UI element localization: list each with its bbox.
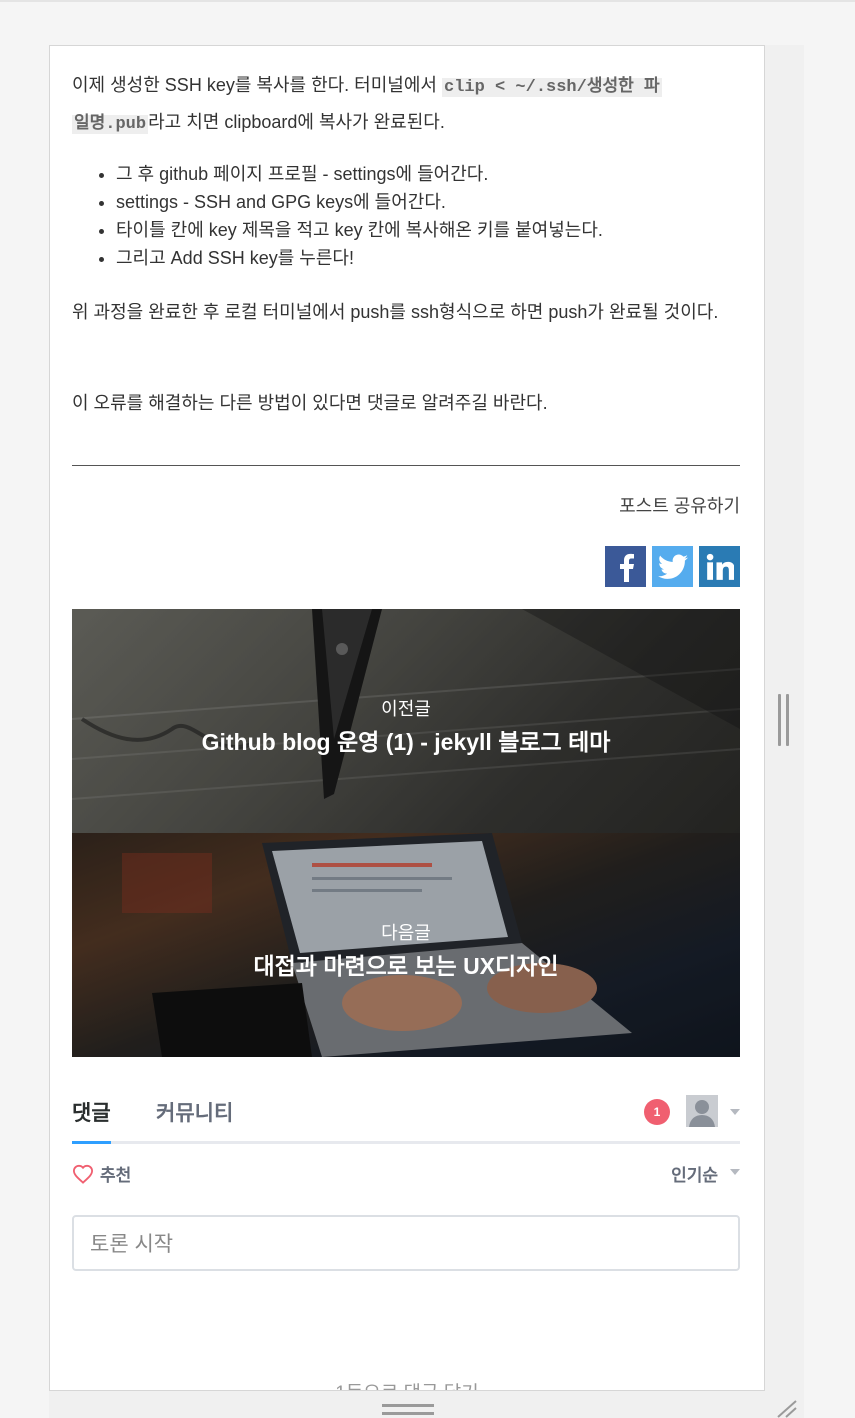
linkedin-share-button[interactable] (699, 546, 740, 587)
list-item: settings - SSH and GPG keys에 들어간다. (116, 188, 740, 216)
previous-post-title: Github blog 운영 (1) - jekyll 블로그 테마 (201, 729, 611, 755)
previous-post-label: 이전글 (381, 699, 431, 719)
tab-community[interactable]: 커뮤니티 (156, 1097, 233, 1127)
resize-grip-icon[interactable] (774, 1398, 798, 1418)
linkedin-icon (706, 553, 734, 580)
next-post-title: 대접과 마련으로 보는 UX디자인 (253, 953, 559, 979)
twitter-share-button[interactable] (652, 546, 693, 587)
image-overlay (72, 833, 740, 1057)
recommend-label: 추천 (100, 1166, 132, 1185)
paragraph-push: 위 과정을 완료한 후 로컬 터미널에서 push를 ssh형식으로 하면 pu… (72, 302, 719, 322)
share-title: 포스트 공유하기 (619, 496, 740, 516)
facebook-share-button[interactable] (605, 546, 646, 587)
post-card: 이제 생성한 SSH key를 복사를 한다. 터미널에서 clip < ~/.… (49, 45, 765, 1391)
recommend-button[interactable]: 추천 (72, 1161, 131, 1186)
divider (72, 465, 740, 466)
tab-comments[interactable]: 댓글 (72, 1097, 111, 1127)
paragraph-comment-request: 이 오류를 해결하는 다른 방법이 있다면 댓글로 알려주길 바란다. (72, 393, 548, 413)
list-item: 그리고 Add SSH key를 누른다! (116, 244, 740, 272)
discussion-input[interactable]: 토론 시작 (72, 1215, 740, 1271)
first-comment-prompt: 1등으로 댓글 달기 (50, 1378, 764, 1390)
previous-post-link[interactable]: 이전글 Github blog 운영 (1) - jekyll 블로그 테마 (72, 609, 740, 833)
chevron-down-icon[interactable] (730, 1109, 740, 1115)
paragraph-text: 이제 생성한 SSH key를 복사를 한다. 터미널에서 (72, 75, 442, 95)
inline-code: clip < ~/.ssh/생성한 파 (442, 78, 662, 97)
inline-code: 일명.pub (72, 115, 149, 134)
active-tab-indicator (72, 1141, 111, 1144)
image-overlay (72, 609, 740, 833)
notification-badge[interactable]: 1 (644, 1099, 670, 1125)
chevron-down-icon[interactable] (730, 1169, 740, 1175)
facebook-icon (619, 553, 634, 582)
horizontal-resize-handle[interactable] (382, 1404, 434, 1418)
next-post-label: 다음글 (381, 923, 431, 943)
next-post-link[interactable]: 다음글 대접과 마련으로 보는 UX디자인 (72, 833, 740, 1057)
top-border (0, 0, 855, 2)
discussion-placeholder: 토론 시작 (90, 1233, 174, 1256)
user-icon (689, 1100, 715, 1127)
paragraph-text: 라고 치면 clipboard에 복사가 완료된다. (148, 112, 445, 132)
steps-list: 그 후 github 페이지 프로필 - settings에 들어간다. set… (72, 160, 740, 272)
user-avatar[interactable] (686, 1095, 718, 1127)
comment-tabs: 댓글 커뮤니티 1 (72, 1081, 740, 1144)
twitter-icon (657, 554, 688, 579)
list-item: 그 후 github 페이지 프로필 - settings에 들어간다. (116, 160, 740, 188)
sort-dropdown[interactable]: 인기순 (671, 1161, 718, 1186)
comments-section: 댓글 커뮤니티 1 추천 인기순 토론 시작 (72, 1081, 740, 1271)
list-item: 타이틀 칸에 key 제목을 적고 key 칸에 복사해온 키를 붙여넣는다. (116, 216, 740, 244)
share-buttons (605, 546, 740, 587)
paragraph-copy-key: 이제 생성한 SSH key를 복사를 한다. 터미널에서 clip < ~/.… (72, 68, 740, 142)
vertical-resize-handle[interactable] (778, 694, 790, 746)
heart-icon (72, 1164, 94, 1184)
sort-label: 인기순 (671, 1166, 718, 1185)
